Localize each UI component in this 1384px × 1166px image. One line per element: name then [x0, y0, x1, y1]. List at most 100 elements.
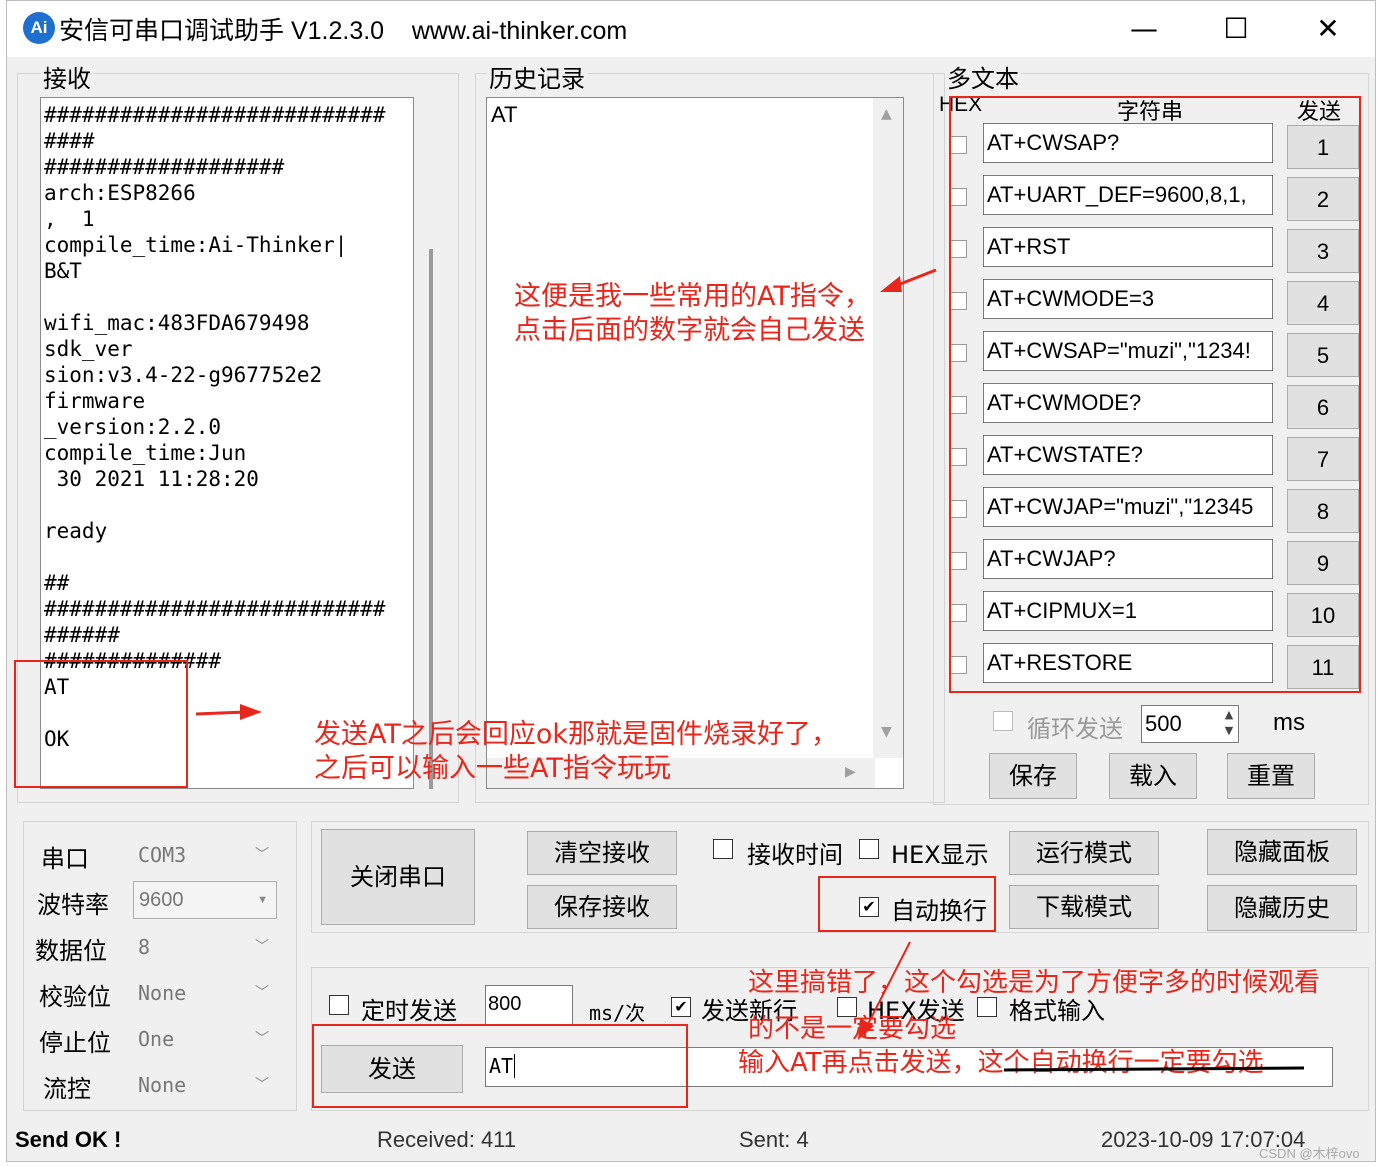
- receive-line: ###################: [44, 155, 285, 179]
- receive-line: B&T: [44, 259, 82, 283]
- history-group-label: 历史记录: [487, 59, 587, 94]
- parity-select[interactable]: None ﹀: [133, 975, 277, 1013]
- save-multitext-button[interactable]: 保存: [989, 753, 1077, 799]
- ok-note-line-1: 发送AT之后会回应ok那就是固件烧录好了，: [314, 719, 839, 750]
- receive-line: ######: [44, 623, 120, 647]
- watermark-text: CSDN @木梓ovo: [1259, 1146, 1360, 1161]
- wrap-note-line-1: 这里搞错了，这个勾选是为了方便字多的时候观看: [748, 968, 1321, 998]
- minimize-button[interactable]: —: [1109, 9, 1179, 49]
- send-highlight-box: [312, 1024, 688, 1108]
- title-bar: Ai 安信可串口调试助手 V1.2.3.0 www.ai-thinker.com…: [7, 1, 1375, 57]
- app-logo-icon: Ai: [23, 12, 55, 44]
- commands-note-line-2: 点击后面的数字就会自己发送: [514, 315, 865, 346]
- save-receive-button[interactable]: 保存接收: [527, 885, 677, 929]
- auto-wrap-highlight-box: [818, 876, 996, 932]
- ok-highlight-box: [14, 660, 188, 788]
- receive-line: [41, 284, 413, 310]
- received-count: Received: 411: [377, 1127, 517, 1152]
- receive-line: _version:2.2.0: [44, 415, 222, 439]
- caret-down-icon: ▼: [257, 894, 268, 906]
- clear-receive-button[interactable]: 清空接收: [527, 831, 677, 875]
- baud-value: 9600: [139, 889, 184, 911]
- hex-display-checkbox[interactable]: [859, 839, 879, 859]
- data-bits-value: 8: [138, 935, 151, 959]
- data-bits-select[interactable]: 8 ﹀: [133, 929, 277, 967]
- chevron-down-icon: ﹀: [255, 985, 269, 1001]
- status-message: Send OK !: [15, 1127, 122, 1152]
- receive-line: ##: [44, 571, 70, 595]
- hide-panel-button[interactable]: 隐藏面板: [1207, 829, 1357, 875]
- timed-send-label: 定时发送: [361, 997, 457, 1025]
- parity-label: 校验位: [39, 983, 111, 1011]
- stop-bits-select[interactable]: One ﹀: [133, 1021, 277, 1059]
- baud-label: 波特率: [37, 891, 109, 919]
- receive-line: 30 2021 11:28:20: [44, 467, 259, 491]
- receive-line: sion:v3.4-22-g967752e2: [44, 363, 323, 387]
- baud-select[interactable]: 9600 ▼: [133, 881, 277, 919]
- receive-line: compile_time:Jun: [44, 441, 247, 465]
- window-title: 安信可串口调试助手 V1.2.3.0 www.ai-thinker.com: [59, 17, 628, 45]
- scroll-up-icon[interactable]: ▲: [881, 106, 892, 122]
- reset-multitext-button[interactable]: 重置: [1227, 753, 1315, 799]
- hide-history-button[interactable]: 隐藏历史: [1207, 885, 1357, 931]
- commands-highlight-box: [949, 96, 1361, 693]
- history-vscrollbar[interactable]: ▲ ▼: [873, 98, 903, 758]
- flow-control-select[interactable]: None ﹀: [133, 1067, 277, 1105]
- close-button[interactable]: ✕: [1293, 9, 1363, 49]
- receive-scrollbar[interactable]: [429, 249, 433, 789]
- close-port-button[interactable]: 关闭串口: [321, 829, 475, 925]
- stop-bits-value: One: [138, 1027, 175, 1051]
- sent-count: Sent: 4: [739, 1127, 809, 1152]
- send-newline-checkbox[interactable]: ✔: [671, 997, 691, 1017]
- scroll-down-icon[interactable]: ▼: [881, 724, 892, 740]
- receive-time-checkbox[interactable]: [713, 839, 733, 859]
- flow-control-label: 流控: [43, 1075, 91, 1103]
- hex-display-label: HEX显示: [891, 841, 989, 869]
- timed-send-checkbox[interactable]: [329, 995, 349, 1015]
- multitext-group-label: 多文本: [945, 59, 1021, 94]
- receive-time-label: 接收时间: [747, 841, 843, 869]
- port-label: 串口: [41, 845, 89, 873]
- wrap-note-line-2: 的不是一定要勾选: [748, 1014, 957, 1044]
- receive-line: ###########################: [44, 103, 386, 127]
- stop-bits-label: 停止位: [39, 1029, 111, 1057]
- receive-line: , 1: [44, 207, 95, 231]
- send-note: 输入AT再点击发送，这个自动换行一定要勾选: [738, 1048, 1264, 1078]
- chevron-down-icon: ﹀: [255, 847, 269, 863]
- receive-line: firmware: [44, 389, 146, 413]
- port-select[interactable]: COM3 ﹀: [133, 837, 277, 875]
- chevron-down-icon: ﹀: [255, 939, 269, 955]
- receive-line: sdk_ver: [44, 337, 133, 361]
- commands-note-line-1: 这便是我一些常用的AT指令，: [514, 281, 871, 312]
- chevron-down-icon: ﹀: [255, 1077, 269, 1093]
- history-list[interactable]: AT ▲ ▼ ▶: [486, 97, 904, 789]
- download-mode-button[interactable]: 下载模式: [1009, 885, 1159, 929]
- loop-send-checkbox[interactable]: [993, 711, 1013, 731]
- maximize-button[interactable]: ☐: [1201, 9, 1271, 49]
- receive-line: compile_time:Ai-Thinker|: [44, 233, 348, 257]
- history-item[interactable]: AT: [491, 102, 899, 128]
- parity-value: None: [138, 981, 187, 1005]
- receive-line: ####: [44, 129, 95, 153]
- loop-ms-label: ms: [1273, 709, 1305, 736]
- data-bits-label: 数据位: [35, 937, 107, 965]
- send-interval-input[interactable]: 800: [485, 985, 573, 1025]
- loop-send-label: 循环发送: [1027, 715, 1123, 743]
- ok-note-line-2: 之后可以输入一些AT指令玩玩: [314, 753, 671, 784]
- run-mode-button[interactable]: 运行模式: [1009, 831, 1159, 875]
- scroll-right-icon[interactable]: ▶: [845, 764, 856, 780]
- flow-control-value: None: [138, 1073, 187, 1097]
- receive-line: ###########################: [44, 597, 386, 621]
- receive-line: [41, 544, 413, 570]
- format-input-checkbox[interactable]: [977, 997, 997, 1017]
- load-multitext-button[interactable]: 载入: [1109, 753, 1197, 799]
- receive-line: wifi_mac:483FDA679498: [44, 311, 310, 335]
- chevron-down-icon: ﹀: [255, 1031, 269, 1047]
- interval-spinner-icon[interactable]: ▲ ▼: [1221, 707, 1237, 741]
- receive-line: [41, 492, 413, 518]
- receive-line: ready: [44, 519, 108, 543]
- send-interval-unit: ms/次: [589, 1001, 646, 1025]
- port-value: COM3: [138, 843, 187, 867]
- receive-group-label: 接收: [41, 59, 93, 94]
- receive-line: arch:ESP8266: [44, 181, 196, 205]
